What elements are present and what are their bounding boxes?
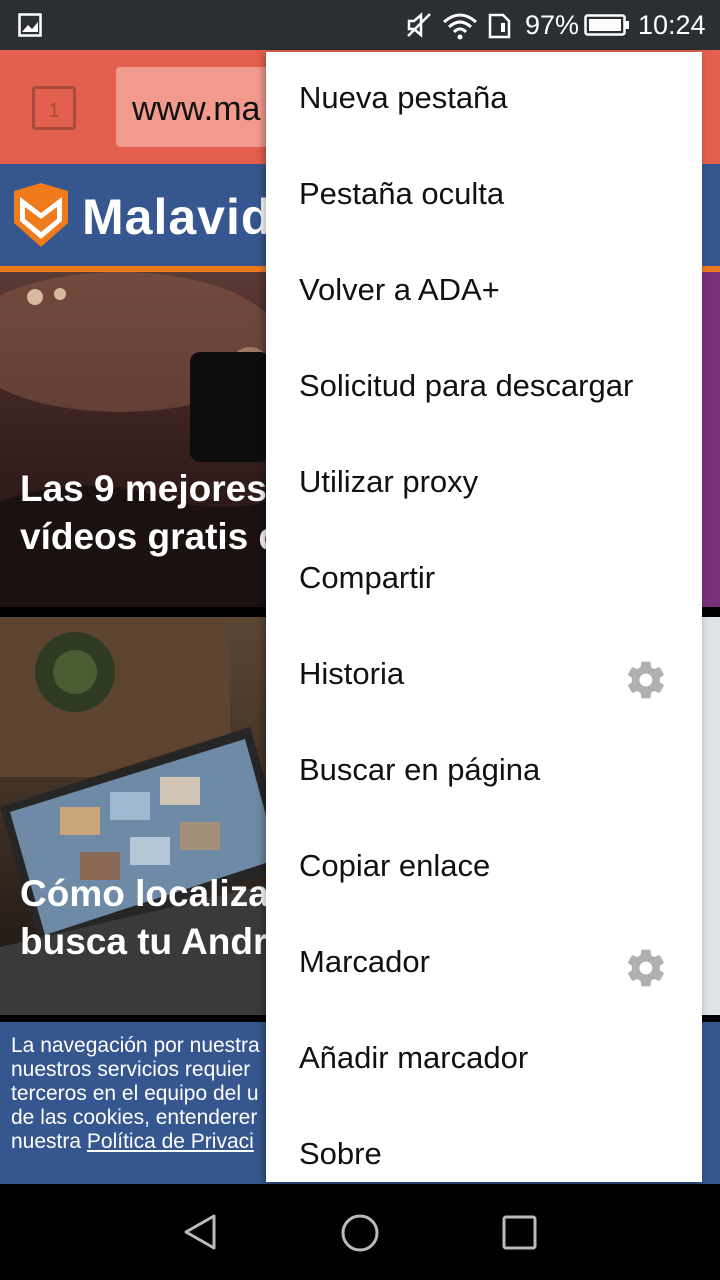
menu-item-label: Solicitud para descargar (299, 368, 634, 403)
menu-item-label: Nueva pestaña (299, 80, 508, 115)
gear-icon[interactable] (624, 658, 668, 702)
overflow-menu: Nueva pestaña Pestaña oculta Volver a AD… (266, 52, 702, 1182)
menu-item-add-bookmark[interactable]: Añadir marcador (266, 1014, 702, 1110)
menu-item-label: Utilizar proxy (299, 464, 479, 499)
cookie-text-line: de las cookies, entenderer (11, 1106, 258, 1129)
image-icon (18, 13, 42, 37)
menu-item-download-request[interactable]: Solicitud para descargar (266, 342, 702, 438)
menu-item-label: Marcador (299, 944, 430, 979)
malavida-logo-icon[interactable] (14, 183, 68, 247)
menu-item-label: Añadir marcador (299, 1040, 529, 1075)
menu-item-history[interactable]: Historia (266, 630, 702, 726)
battery-icon (584, 14, 629, 36)
menu-item-label: Pestaña oculta (299, 176, 505, 211)
cookie-text-line: terceros en el equipo del u (11, 1082, 259, 1105)
url-text: www.ma (132, 90, 261, 128)
menu-item-bookmarks[interactable]: Marcador (266, 918, 702, 1014)
sim-icon (488, 13, 511, 39)
privacy-policy-link[interactable]: Política de Privaci (87, 1130, 254, 1153)
menu-item-label: Compartir (299, 560, 436, 595)
menu-item-new-tab[interactable]: Nueva pestaña (266, 54, 702, 150)
menu-item-copy-link[interactable]: Copiar enlace (266, 822, 702, 918)
battery-percent: 97% (525, 10, 580, 40)
article-title-line: Cómo localiza (20, 873, 269, 914)
home-icon[interactable] (340, 1213, 380, 1253)
menu-item-back-to-ada[interactable]: Volver a ADA+ (266, 246, 702, 342)
cookie-text-prefix: nuestra (11, 1130, 87, 1153)
wifi-icon (443, 13, 477, 40)
menu-item-label: Volver a ADA+ (299, 272, 500, 307)
menu-item-label: Historia (299, 656, 405, 691)
clock: 10:24 (638, 10, 706, 40)
article-title-line: vídeos gratis d (20, 516, 282, 557)
mute-icon (407, 12, 431, 38)
menu-item-incognito-tab[interactable]: Pestaña oculta (266, 150, 702, 246)
recents-icon[interactable] (502, 1215, 538, 1251)
article-title-line: Las 9 mejores (20, 468, 267, 509)
menu-item-about[interactable]: Sobre (266, 1110, 702, 1182)
menu-item-label: Sobre (299, 1136, 382, 1171)
menu-item-label: Buscar en página (299, 752, 541, 787)
gear-icon[interactable] (624, 946, 668, 990)
back-icon[interactable] (182, 1214, 218, 1250)
menu-item-find-in-page[interactable]: Buscar en página (266, 726, 702, 822)
navigation-bar (0, 1184, 720, 1280)
menu-item-share[interactable]: Compartir (266, 534, 702, 630)
cookie-text-line: nuestra Política de Privaci (11, 1130, 254, 1154)
menu-item-use-proxy[interactable]: Utilizar proxy (266, 438, 702, 534)
cookie-text-line: La navegación por nuestra (11, 1034, 260, 1057)
status-bar: 97% 10:24 (0, 0, 720, 50)
cookie-text-line: nuestros servicios requier (11, 1058, 251, 1081)
article-title-line: busca tu Andr (20, 921, 268, 962)
menu-item-label: Copiar enlace (299, 848, 491, 883)
tab-switcher-button[interactable]: 1 (32, 86, 76, 130)
